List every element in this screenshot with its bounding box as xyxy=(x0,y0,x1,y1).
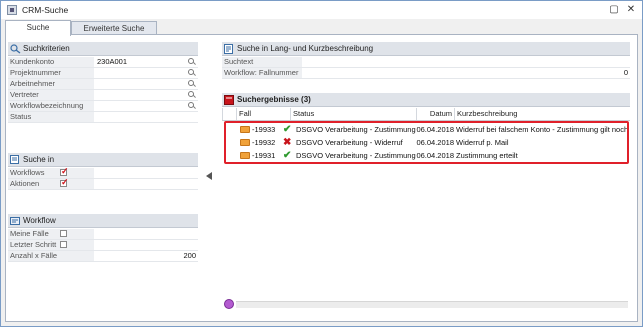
field-workflowbezeichnung: Workflowbezeichnung xyxy=(8,101,198,112)
option-meine-faelle: Meine Fälle xyxy=(8,229,198,240)
field-label: Arbeitnehmer xyxy=(8,79,94,89)
field-vertreter: Vertreter xyxy=(8,90,198,101)
criteria-header: Suchkriterien xyxy=(8,42,198,56)
row-selector-header xyxy=(222,108,236,120)
column-datum[interactable]: Datum xyxy=(416,108,454,120)
app-icon xyxy=(7,5,17,15)
lookup-icon[interactable] xyxy=(188,69,194,75)
field-arbeitnehmer: Arbeitnehmer xyxy=(8,79,198,90)
option-workflows: Workflows xyxy=(8,166,198,179)
field-fallnummer: Workflow: Fallnummer 0 xyxy=(222,68,630,79)
tab-suche[interactable]: Suche xyxy=(5,20,71,36)
field-label: Vertreter xyxy=(8,90,94,100)
workflow-icon xyxy=(10,217,20,225)
suchtext-input[interactable] xyxy=(303,57,630,67)
projektnummer-input[interactable] xyxy=(95,68,198,78)
field-label: Workflow: Fallnummer xyxy=(222,68,302,78)
close-icon[interactable]: ✕ xyxy=(624,3,638,17)
window-title: CRM-Suche xyxy=(22,5,69,15)
option-label: Meine Fälle xyxy=(8,229,94,239)
lookup-icon[interactable] xyxy=(188,102,194,108)
description-search-title: Suche in Lang- und Kurzbeschreibung xyxy=(237,44,374,53)
field-status: Status xyxy=(8,112,198,123)
anzahl-faelle-input[interactable]: 200 xyxy=(95,251,198,261)
kundenkonto-input[interactable]: 230A001 xyxy=(95,57,198,67)
search-in-icon xyxy=(10,155,19,164)
option-label: Aktionen xyxy=(8,179,94,189)
field-kundenkonto: Kundenkonto 230A001 xyxy=(8,57,198,68)
workflows-checkbox[interactable] xyxy=(60,166,69,177)
column-kurzbeschreibung[interactable]: Kurzbeschreibung xyxy=(454,108,630,120)
results-title: Suchergebnisse (3) xyxy=(237,95,311,104)
column-status[interactable]: Status xyxy=(290,108,416,120)
lookup-icon[interactable] xyxy=(188,91,194,97)
field-suchtext: Suchtext xyxy=(222,57,630,68)
column-fall[interactable]: Fall xyxy=(236,108,290,120)
title-bar: CRM-Suche ▢ ✕ xyxy=(1,1,642,19)
workflow-title: Workflow xyxy=(23,216,56,225)
option-label: Anzahl x Fälle xyxy=(8,251,94,261)
field-label: Workflowbezeichnung xyxy=(8,101,94,111)
lookup-icon[interactable] xyxy=(188,80,194,86)
fallnummer-input[interactable]: 0 xyxy=(303,68,630,78)
option-anzahl-faelle: Anzahl x Fälle 200 xyxy=(8,251,198,262)
field-label: Status xyxy=(8,112,94,122)
option-label: Letzter Schritt xyxy=(8,240,94,250)
meine-faelle-checkbox[interactable] xyxy=(60,230,67,237)
results-header: Suchergebnisse (3) xyxy=(222,93,630,107)
horizontal-scrollbar[interactable] xyxy=(236,301,628,308)
search-criteria-icon xyxy=(10,44,21,54)
field-label: Kundenkonto xyxy=(8,57,94,67)
minimize-icon[interactable]: ▢ xyxy=(607,3,621,17)
option-aktionen: Aktionen xyxy=(8,177,198,190)
workflow-header: Workflow xyxy=(8,214,198,228)
criteria-title: Suchkriterien xyxy=(23,44,70,53)
field-label: Projektnummer xyxy=(8,68,94,78)
text-search-icon xyxy=(224,44,233,54)
option-label: Workflows xyxy=(8,168,94,178)
results-grid-header: Fall Status Datum Kurzbeschreibung xyxy=(222,108,630,121)
vertreter-input[interactable] xyxy=(95,90,198,100)
arbeitnehmer-input[interactable] xyxy=(95,79,198,89)
collapse-panel-arrow-icon[interactable] xyxy=(206,172,212,180)
description-search-header: Suche in Lang- und Kurzbeschreibung xyxy=(222,42,630,56)
lookup-icon[interactable] xyxy=(188,58,194,64)
letzter-schritt-checkbox[interactable] xyxy=(60,241,67,248)
tab-erweiterte-suche[interactable]: Erweiterte Suche xyxy=(71,21,157,35)
status-input[interactable] xyxy=(95,112,198,122)
results-book-icon xyxy=(224,95,234,105)
search-in-title: Suche in xyxy=(23,155,55,164)
navigate-arrow-icon[interactable] xyxy=(224,299,234,309)
aktionen-checkbox[interactable] xyxy=(60,177,69,188)
field-label: Suchtext xyxy=(222,57,302,67)
option-letzter-schritt: Letzter Schritt xyxy=(8,240,198,251)
search-in-header: Suche in xyxy=(8,153,198,167)
field-projektnummer: Projektnummer xyxy=(8,68,198,79)
workflowbezeichnung-input[interactable] xyxy=(95,101,198,111)
results-highlight-frame xyxy=(224,121,629,164)
